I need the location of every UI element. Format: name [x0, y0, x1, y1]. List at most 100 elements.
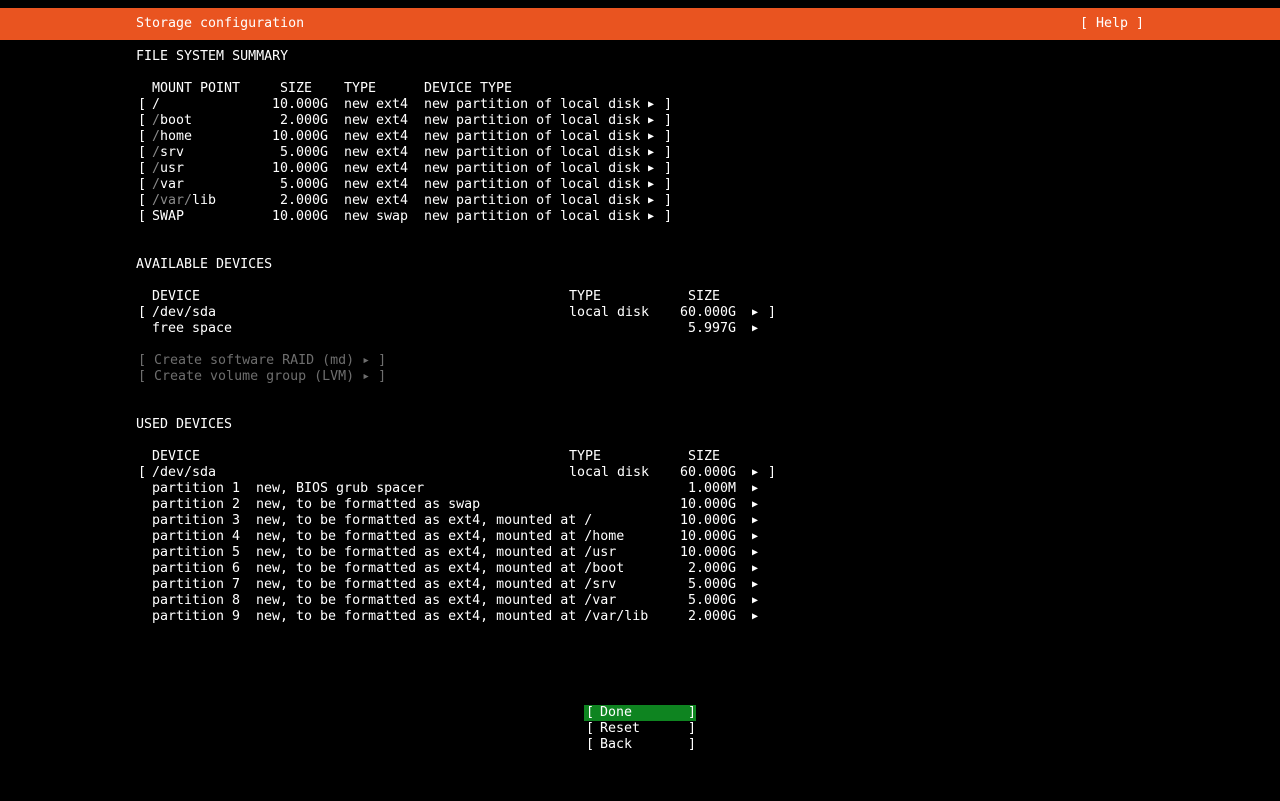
fs-summary-row[interactable]: [/var 5.000G new ext4 new partition of loca… — [0, 177, 1280, 193]
partition-name: partition 6 — [152, 561, 241, 576]
fs-summary-row[interactable]: [/ 10.000G new ext4 new partition of local … — [0, 97, 1280, 113]
partition-row[interactable]: partition 4 new, to be formatted as ext4,… — [0, 529, 1280, 545]
bracket-close: ] — [664, 161, 673, 176]
expand-arrow-icon[interactable]: ▶ — [648, 97, 654, 113]
title-bar: Storage configuration [ Help ] — [0, 8, 1280, 40]
partition-row[interactable]: partition 7 new, to be formatted as ext4,… — [0, 577, 1280, 593]
partition-row[interactable]: partition 6 new, to be formatted as ext4,… — [0, 561, 1280, 577]
bracket-close: ] — [664, 193, 673, 208]
size-header: SIZE — [688, 289, 721, 304]
device-size: 60.000G — [680, 465, 737, 480]
fs-summary-row[interactable]: [SWAP 10.000G new swap new partition of loc… — [0, 209, 1280, 225]
partition-description: new, to be formatted as ext4, mounted at… — [256, 593, 617, 608]
expand-arrow-icon[interactable]: ▶ — [752, 593, 758, 609]
reset-button[interactable]: [ Reset ] — [584, 721, 696, 737]
mount-point: /home — [152, 129, 192, 145]
expand-arrow-icon[interactable]: ▶ — [648, 177, 654, 193]
partition-size: 2.000G — [688, 609, 737, 624]
bracket-open: [ — [138, 465, 147, 480]
partition-row[interactable]: partition 5 new, to be formatted as ext4,… — [0, 545, 1280, 561]
partition-description: new, to be formatted as swap — [256, 497, 481, 512]
size-value: 5.000G — [280, 145, 329, 160]
fs-summary-row[interactable]: [/home 10.000G new ext4 new partition of lo… — [0, 129, 1280, 145]
partition-description: new, to be formatted as ext4, mounted at… — [256, 609, 649, 624]
expand-arrow-icon[interactable]: ▶ — [752, 497, 758, 513]
expand-arrow-icon[interactable]: ▶ — [648, 209, 654, 225]
expand-arrow-icon[interactable]: ▶ — [752, 481, 758, 497]
fs-summary-row[interactable]: [ /boot 2.000G new ext4 new partition of loc… — [0, 113, 1280, 129]
expand-arrow-icon[interactable]: ▶ — [648, 129, 654, 145]
expand-arrow-icon[interactable]: ▶ — [752, 561, 758, 577]
bracket-close: ] — [688, 737, 697, 752]
partition-row[interactable]: partition 1 new, BIOS grub spacer 1.000M ▶ — [0, 481, 1280, 497]
help-button[interactable]: [ Help ] — [1080, 16, 1144, 32]
size-value: 2.000G — [280, 193, 329, 208]
free-space-row[interactable]: free space 5.997G ▶ — [0, 321, 1280, 337]
device-type-value: new partition of local disk — [424, 113, 641, 128]
device-type-value: new partition of local disk — [424, 177, 641, 192]
partition-size: 5.000G — [688, 577, 737, 592]
device-type-value: new partition of local disk — [424, 129, 641, 144]
device-type-value: new partition of local disk — [424, 209, 641, 224]
bracket-open: [ — [138, 193, 147, 208]
partition-row[interactable]: partition 2 new, to be formatted as swap 1… — [0, 497, 1280, 513]
bracket-open: [ — [138, 113, 147, 128]
fs-summary-row[interactable]: [/var/lib 2.000G new ext4 new partition of … — [0, 193, 1280, 209]
back-button[interactable]: [ Back ] — [584, 737, 696, 753]
mount-point-part: / — [152, 177, 161, 192]
expand-arrow-icon[interactable]: ▶ — [648, 193, 654, 209]
create-raid-button[interactable]: [ Create software RAID (md) ▸ ] — [138, 353, 386, 369]
size-value: 10.000G — [272, 129, 329, 144]
expand-arrow-icon[interactable]: ▶ — [752, 321, 758, 337]
type-header: TYPE — [344, 81, 377, 96]
expand-arrow-icon[interactable]: ▶ — [752, 545, 758, 561]
bracket-open: [ — [138, 209, 147, 224]
partition-name: partition 8 — [152, 593, 241, 608]
device-name: /dev/sda — [152, 305, 217, 320]
free-space-size: 5.997G — [688, 321, 737, 336]
partition-description: new, BIOS grub spacer — [256, 481, 425, 496]
bracket-open: [ — [138, 97, 147, 112]
expand-arrow-icon[interactable]: ▶ — [648, 161, 654, 177]
expand-arrow-icon[interactable]: ▶ — [752, 609, 758, 625]
bracket-close: ] — [664, 177, 673, 192]
partition-row[interactable]: partition 8 new, to be formatted as ext4,… — [0, 593, 1280, 609]
mount-point-part: var — [160, 177, 185, 192]
expand-arrow-icon[interactable]: ▶ — [752, 465, 758, 481]
size-value: 10.000G — [272, 97, 329, 112]
bracket-open: [ — [586, 705, 595, 720]
type-value: new ext4 — [344, 129, 409, 144]
expand-arrow-icon[interactable]: ▶ — [752, 529, 758, 545]
available-disk-row[interactable]: [ /dev/sda local disk 60.000G ▶ ] — [0, 305, 1280, 321]
expand-arrow-icon[interactable]: ▶ — [752, 305, 758, 321]
device-header: DEVICE — [152, 449, 201, 464]
mount-point-part: boot — [160, 113, 193, 128]
bracket-open: [ — [138, 305, 147, 320]
size-value: 2.000G — [280, 113, 329, 128]
fs-summary-row[interactable]: [/srv 5.000G new ext4 new partition of loca… — [0, 145, 1280, 161]
expand-arrow-icon[interactable]: ▶ — [752, 577, 758, 593]
type-value: new ext4 — [344, 161, 409, 176]
device-type-header: DEVICE TYPE — [424, 81, 513, 96]
fs-summary-row[interactable]: [/usr 10.000G new ext4 new partition of loc… — [0, 161, 1280, 177]
partition-size: 10.000G — [680, 545, 737, 560]
mount-point: /boot — [152, 113, 192, 129]
partition-name: partition 7 — [152, 577, 241, 592]
bracket-close: ] — [664, 129, 673, 144]
partition-row[interactable]: partition 9 new, to be formatted as ext4,… — [0, 609, 1280, 625]
expand-arrow-icon[interactable]: ▶ — [648, 145, 654, 161]
expand-arrow-icon[interactable]: ▶ — [752, 513, 758, 529]
type-value: new ext4 — [344, 113, 409, 128]
create-lvm-button[interactable]: [ Create volume group (LVM) ▸ ] — [138, 369, 386, 385]
size-header: SIZE — [280, 81, 313, 96]
partition-row[interactable]: partition 3 new, to be formatted as ext4,… — [0, 513, 1280, 529]
done-button[interactable]: [ Done ] — [584, 705, 696, 721]
partition-name: partition 2 — [152, 497, 241, 512]
mount-point-part: lib — [192, 193, 217, 208]
used-devices-title: USED DEVICES — [136, 417, 233, 432]
expand-arrow-icon[interactable]: ▶ — [648, 113, 654, 129]
device-header: DEVICE — [152, 289, 201, 304]
used-disk-row[interactable]: [ /dev/sda local disk 60.000G ▶ ] — [0, 465, 1280, 481]
partition-name: partition 3 — [152, 513, 241, 528]
mount-point-part: / — [152, 129, 161, 144]
